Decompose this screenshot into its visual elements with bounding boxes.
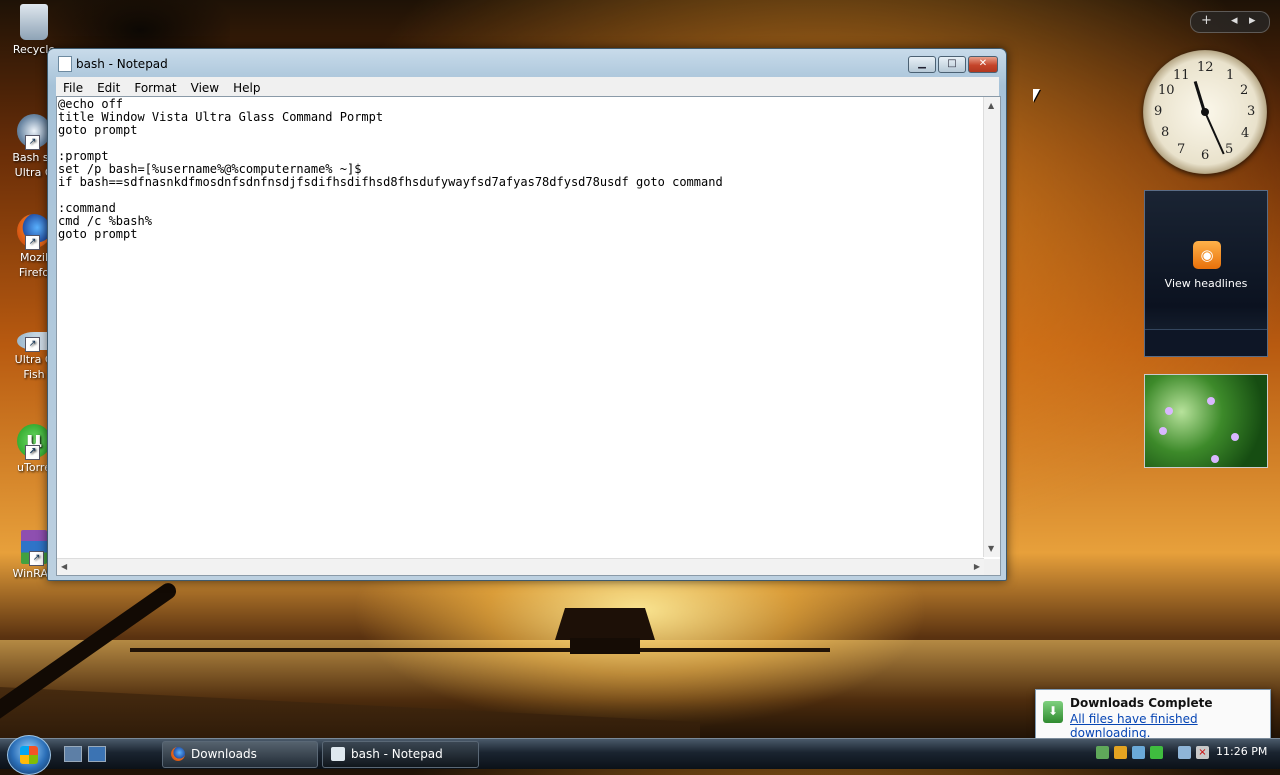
hut-base: [570, 638, 640, 654]
horizontal-scrollbar[interactable]: ◀ ▶: [57, 558, 984, 575]
close-button[interactable]: ✕: [968, 56, 998, 73]
fish-icon: ↗: [17, 332, 51, 352]
clock-number: 9: [1154, 104, 1163, 119]
taskbar-button-label: bash - Notepad: [351, 747, 443, 761]
network-tray-icon[interactable]: [1096, 746, 1109, 759]
feed-footer: [1145, 329, 1267, 356]
firefox-icon: ↗: [17, 214, 51, 250]
clock-number: 4: [1241, 126, 1250, 141]
text-editor[interactable]: @echo off title Window Vista Ultra Glass…: [56, 96, 1001, 576]
shortcut-arrow-icon: ↗: [25, 445, 40, 460]
taskbar: Downloads bash - Notepad × 11:26 PM: [0, 735, 1280, 775]
notepad-icon: [331, 747, 345, 761]
clock-number: 1: [1226, 68, 1235, 83]
title-bar[interactable]: bash - Notepad ▁ □ ✕: [48, 49, 1006, 77]
notification-link[interactable]: All files have finished downloading.: [1070, 712, 1270, 740]
utorrent-tray-icon[interactable]: [1150, 746, 1163, 759]
firefox-icon: [171, 747, 185, 761]
sidebar-controls: + ◂ ▸: [1190, 11, 1270, 33]
notepad-window[interactable]: bash - Notepad ▁ □ ✕ File Edit Format View H…: [47, 48, 1007, 581]
scroll-right-icon[interactable]: ▶: [974, 562, 980, 571]
clock-number: 3: [1247, 104, 1256, 119]
taskbar-button-downloads[interactable]: Downloads: [162, 741, 318, 768]
mouse-cursor-icon: [1033, 89, 1040, 102]
tray-app-icon[interactable]: [1132, 746, 1145, 759]
switch-windows-icon[interactable]: [88, 746, 106, 762]
taskbar-button-label: Downloads: [191, 747, 257, 761]
flower-decoration: [1165, 407, 1173, 415]
utorrent-icon: µ ↗: [17, 424, 51, 460]
editor-content[interactable]: @echo off title Window Vista Ultra Glass…: [58, 98, 982, 556]
recycle-bin-icon: [20, 4, 48, 40]
menu-help[interactable]: Help: [226, 79, 267, 95]
clock-number: 6: [1201, 148, 1210, 163]
prev-page-button[interactable]: ◂: [1231, 13, 1238, 28]
add-gadget-button[interactable]: +: [1201, 13, 1212, 28]
monitor-tray-icon[interactable]: [1178, 746, 1191, 759]
menu-edit[interactable]: Edit: [90, 79, 127, 95]
menu-format[interactable]: Format: [127, 79, 183, 95]
minimize-button[interactable]: ▁: [908, 56, 936, 73]
clock-number: 11: [1173, 68, 1190, 83]
size-grip[interactable]: [984, 559, 1000, 575]
scroll-up-icon[interactable]: ▲: [988, 101, 994, 110]
start-button[interactable]: [7, 735, 51, 775]
clock-number: 10: [1158, 83, 1175, 98]
clock-number: 8: [1161, 125, 1170, 140]
menu-bar: File Edit Format View Help: [56, 77, 999, 96]
shortcut-arrow-icon: ↗: [25, 337, 40, 352]
feed-headlines-gadget[interactable]: ◉ View headlines: [1144, 190, 1268, 357]
menu-file[interactable]: File: [56, 79, 90, 95]
notification-title: Downloads Complete: [1070, 696, 1213, 710]
clock-gadget[interactable]: 12 1 2 3 4 5 6 7 8 9 10 11: [1143, 50, 1267, 174]
shortcut-arrow-icon: ↗: [29, 551, 44, 566]
gear-icon: ↗: [17, 114, 51, 150]
taskbar-clock[interactable]: 11:26 PM: [1216, 745, 1267, 758]
vertical-scrollbar[interactable]: ▲ ▼: [983, 97, 1000, 557]
flower-decoration: [1211, 455, 1219, 463]
windows-logo-icon: [20, 746, 38, 764]
flower-decoration: [1231, 433, 1239, 441]
scroll-left-icon[interactable]: ◀: [61, 562, 67, 571]
taskbar-button-notepad[interactable]: bash - Notepad: [322, 741, 479, 768]
download-arrow-icon: ⬇: [1043, 701, 1063, 723]
shortcut-arrow-icon: ↗: [25, 235, 40, 250]
menu-view[interactable]: View: [184, 79, 226, 95]
clock-center: [1201, 108, 1209, 116]
flower-decoration: [1207, 397, 1215, 405]
shortcut-arrow-icon: ↗: [25, 135, 40, 150]
next-page-button[interactable]: ▸: [1249, 13, 1256, 28]
hut-roof: [555, 608, 655, 640]
notepad-icon: [58, 56, 72, 72]
clock-number: 7: [1177, 142, 1186, 157]
volume-muted-icon[interactable]: ×: [1196, 746, 1209, 759]
download-notification[interactable]: ⬇ Downloads Complete All files have fini…: [1035, 689, 1271, 740]
pier: [130, 648, 830, 652]
slideshow-gadget[interactable]: [1144, 374, 1268, 468]
maximize-button[interactable]: □: [938, 56, 966, 73]
feed-headlines-label[interactable]: View headlines: [1145, 277, 1267, 290]
winrar-icon: ↗: [21, 530, 47, 566]
clock-number: 12: [1197, 60, 1214, 75]
security-shield-icon[interactable]: [1114, 746, 1127, 759]
flower-decoration: [1159, 427, 1167, 435]
clock-number: 2: [1240, 83, 1249, 98]
scroll-down-icon[interactable]: ▼: [988, 544, 994, 553]
window-title: bash - Notepad: [76, 57, 168, 71]
clock-number: 5: [1225, 142, 1234, 157]
show-desktop-icon[interactable]: [64, 746, 82, 762]
rss-icon: ◉: [1193, 241, 1221, 269]
